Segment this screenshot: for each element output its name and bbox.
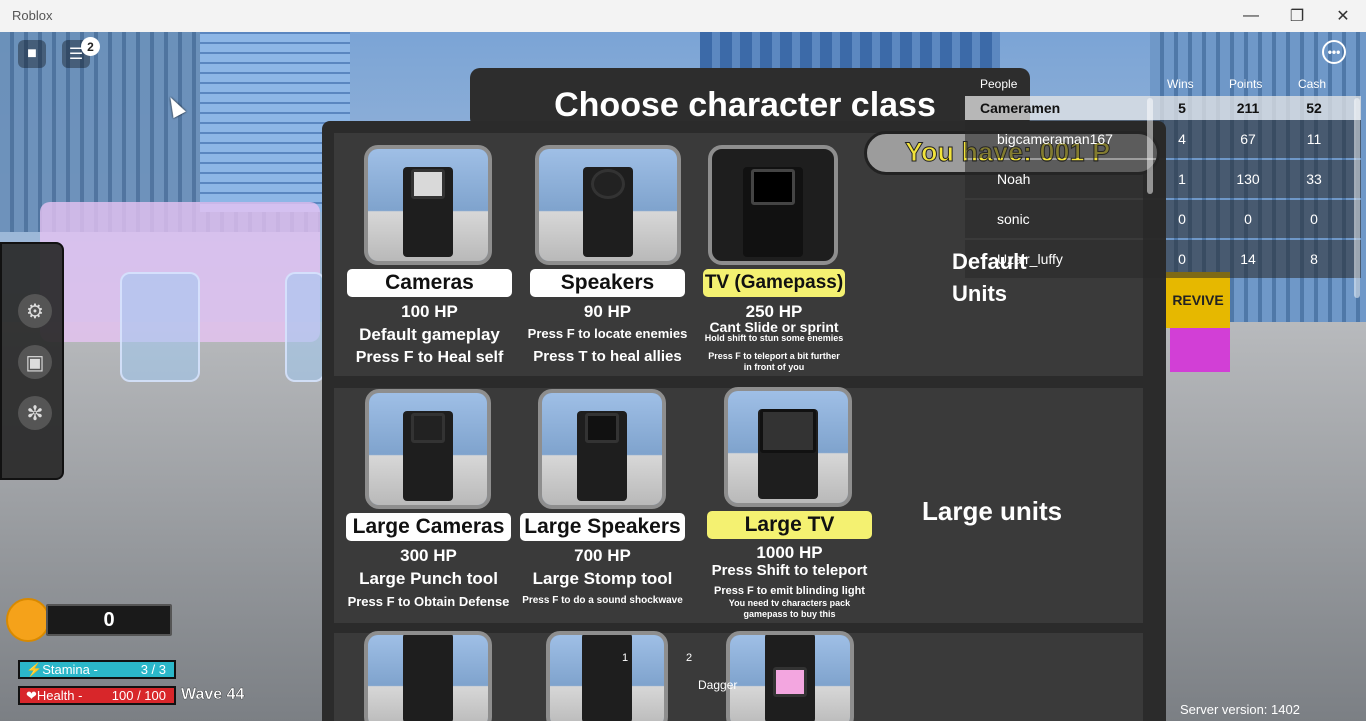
player-name: Noah bbox=[997, 171, 1031, 187]
wave-counter: Wave 44 bbox=[181, 686, 245, 703]
player-cash: 0 bbox=[1310, 211, 1318, 227]
default-units-heading: Default Units bbox=[952, 246, 1027, 310]
leaderboard-scrollbar[interactable] bbox=[1147, 98, 1153, 194]
health-bar: ❤Health - 100 / 100 bbox=[18, 686, 176, 705]
cameras-desc: Default gameplay bbox=[359, 325, 500, 344]
chat-notification-badge: 2 bbox=[81, 37, 100, 56]
large-tv-hp: 1000 HP bbox=[756, 543, 823, 562]
player-cash: 8 bbox=[1310, 251, 1318, 267]
leaderboard-scrollbar-right[interactable] bbox=[1354, 98, 1360, 298]
player-name: sonic bbox=[997, 211, 1030, 227]
speakers-class-button[interactable]: Speakers bbox=[530, 269, 685, 297]
large-cameras-ability: Press F to Obtain Defense bbox=[347, 594, 510, 609]
settings-gear-icon[interactable]: ⚙ bbox=[18, 294, 52, 328]
more-options-icon[interactable]: ••• bbox=[1322, 40, 1346, 64]
extra-unit-card-3[interactable] bbox=[726, 631, 854, 721]
backpack-icon[interactable]: ▣ bbox=[18, 345, 52, 379]
column-cash: Cash bbox=[1298, 77, 1327, 91]
roblox-menu-icon[interactable]: ■ bbox=[18, 40, 46, 68]
hotbar-slot-2[interactable]: 2 bbox=[686, 652, 692, 664]
player-cash: 33 bbox=[1306, 171, 1322, 187]
cameras-class-button[interactable]: Cameras bbox=[347, 269, 512, 297]
close-button[interactable]: ✕ bbox=[1320, 0, 1366, 32]
side-menu: ⚙ ▣ ✼ bbox=[0, 242, 64, 480]
player-points: 0 bbox=[1244, 211, 1252, 227]
player-wins: 4 bbox=[1178, 131, 1186, 147]
large-speakers-desc: Large Stomp tool bbox=[532, 569, 673, 588]
leaderboard-header: People Wins Points Cash bbox=[965, 74, 1361, 94]
player-wins: 5 bbox=[1178, 100, 1186, 116]
player-cash: 52 bbox=[1306, 100, 1322, 116]
large-tv-desc: Press Shift to teleport bbox=[711, 562, 868, 579]
cameras-card-image[interactable] bbox=[364, 145, 492, 265]
lightning-icon: ⚡ bbox=[26, 661, 43, 677]
large-cameras-hp: 300 HP bbox=[400, 546, 457, 565]
column-people: People bbox=[980, 77, 1018, 91]
coin-count: 0 bbox=[46, 604, 172, 636]
speakers-card-image[interactable] bbox=[535, 145, 681, 265]
cameras-hp: 100 HP bbox=[401, 302, 458, 321]
player-wins: 0 bbox=[1178, 251, 1186, 267]
speakers-desc: Press F to locate enemies bbox=[527, 326, 688, 341]
large-tv-requirement: You need tv characters pack gamepass to … bbox=[728, 598, 851, 619]
large-tv-card-image[interactable] bbox=[724, 387, 852, 507]
tv-ability-2: Press F to teleport a bit further in fro… bbox=[708, 351, 840, 372]
large-cameras-desc: Large Punch tool bbox=[359, 569, 498, 588]
speakers-ability: Press T to heal allies bbox=[533, 348, 682, 365]
player-points: 14 bbox=[1240, 251, 1256, 267]
maximize-button[interactable]: ❐ bbox=[1274, 0, 1320, 32]
leaderboard-row[interactable]: sonic 0 0 0 bbox=[965, 200, 1361, 238]
column-points: Points bbox=[1229, 77, 1263, 91]
health-value: 100 / 100 bbox=[111, 687, 166, 703]
speakers-hp: 90 HP bbox=[583, 302, 632, 321]
camera-shutter-icon[interactable]: ✼ bbox=[18, 396, 52, 430]
tv-gamepass-class-button[interactable]: TV (Gamepass) bbox=[703, 269, 845, 297]
player-points: 211 bbox=[1236, 100, 1260, 116]
large-speakers-card-image[interactable] bbox=[538, 389, 666, 509]
player-name: Cameramen bbox=[980, 100, 1061, 116]
large-tv-ability: Press F to emit blinding light bbox=[714, 585, 865, 597]
player-points: 67 bbox=[1240, 131, 1256, 147]
large-speakers-class-button[interactable]: Large Speakers bbox=[520, 513, 685, 541]
window-titlebar: Roblox — ❐ ✕ bbox=[0, 0, 1366, 32]
stamina-value: 3 / 3 bbox=[140, 661, 166, 677]
server-version: Server version: 1402 bbox=[1180, 702, 1300, 717]
column-wins: Wins bbox=[1167, 77, 1194, 91]
extra-unit-card-2[interactable] bbox=[546, 631, 668, 721]
player-cash: 11 bbox=[1306, 131, 1322, 147]
minimize-button[interactable]: — bbox=[1228, 0, 1274, 32]
window-title: Roblox bbox=[12, 8, 53, 23]
player-wins: 1 bbox=[1178, 171, 1186, 187]
display-tube bbox=[285, 272, 325, 382]
stamina-label: Stamina - bbox=[42, 661, 98, 677]
cameras-ability: Press F to Heal self bbox=[355, 349, 504, 366]
player-points: 130 bbox=[1236, 171, 1260, 187]
large-cameras-class-button[interactable]: Large Cameras bbox=[346, 513, 511, 541]
large-speakers-hp: 700 HP bbox=[574, 546, 631, 565]
coin-icon bbox=[6, 598, 50, 642]
large-cameras-card-image[interactable] bbox=[365, 389, 491, 509]
display-tube bbox=[120, 272, 200, 382]
heart-icon: ❤ bbox=[26, 687, 37, 703]
player-name: bigcameraman167 bbox=[997, 131, 1113, 147]
leaderboard-row[interactable]: bigcameraman167 4 67 11 bbox=[965, 120, 1361, 158]
large-tv-class-button[interactable]: Large TV bbox=[707, 511, 872, 539]
stamina-bar: ⚡Stamina - 3 / 3 bbox=[18, 660, 176, 679]
health-label: Health - bbox=[36, 687, 83, 703]
tv-card-image[interactable] bbox=[708, 145, 838, 265]
large-speakers-ability: Press F to do a sound shockwave bbox=[522, 595, 683, 606]
leaderboard-row[interactable]: Noah 1 130 33 bbox=[965, 160, 1361, 198]
player-wins: 0 bbox=[1178, 211, 1186, 227]
leaderboard-team-row[interactable]: Cameramen 5 211 52 bbox=[965, 96, 1361, 120]
extra-unit-card-1[interactable] bbox=[364, 631, 492, 721]
large-units-heading: Large units bbox=[922, 496, 1063, 526]
hotbar-slot-1[interactable]: 1 bbox=[622, 652, 628, 664]
tv-ability-1: Hold shift to stun some enemies bbox=[704, 333, 844, 343]
default-units-text: Default Units bbox=[952, 249, 1027, 306]
hotbar-item-dagger[interactable]: Dagger bbox=[698, 678, 737, 692]
page-title: Choose character class bbox=[554, 86, 936, 124]
